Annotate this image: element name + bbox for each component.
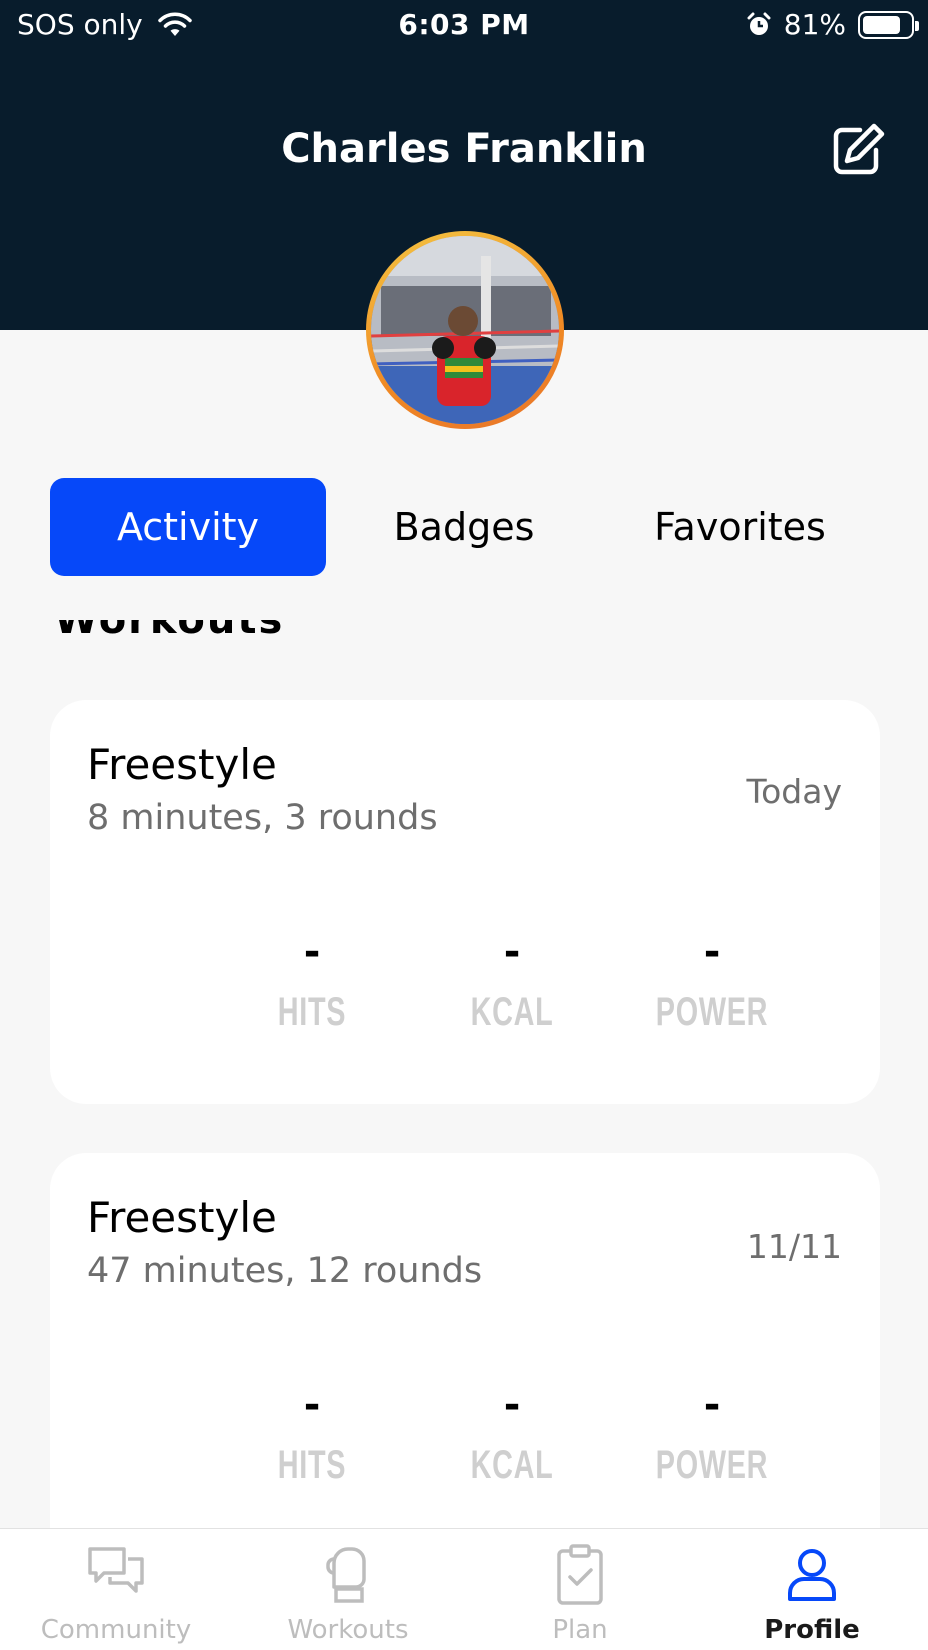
stat-kcal: - KCAL xyxy=(412,1381,612,1488)
battery-percent: 81% xyxy=(783,8,846,41)
clipboard-check-icon xyxy=(557,1544,603,1605)
stat-label: KCAL xyxy=(470,1443,554,1487)
stat-value: - xyxy=(503,1382,521,1428)
profile-tabs: Activity Badges Favorites xyxy=(50,478,878,576)
stat-power: - POWER xyxy=(612,928,812,1035)
battery-icon xyxy=(858,10,919,39)
bottom-nav: Community Workouts Plan Profile xyxy=(0,1528,928,1650)
stat-label: HITS xyxy=(277,990,347,1034)
nav-label: Workouts xyxy=(287,1615,409,1645)
boxing-glove-icon xyxy=(326,1547,366,1603)
edit-icon xyxy=(833,123,885,175)
workout-card[interactable]: Freestyle 8 minutes, 3 rounds Today - HI… xyxy=(50,700,880,1104)
person-icon xyxy=(788,1549,836,1601)
stat-hits: - HITS xyxy=(212,1381,412,1488)
nav-workouts[interactable]: Workouts xyxy=(232,1529,464,1650)
stat-value: - xyxy=(703,1382,721,1428)
avatar-image xyxy=(371,236,559,424)
avatar-photo xyxy=(371,236,559,424)
stat-hits: - HITS xyxy=(212,928,412,1035)
profile-name: Charles Franklin xyxy=(281,126,647,172)
nav-profile[interactable]: Profile xyxy=(696,1529,928,1650)
stat-label: POWER xyxy=(655,1443,769,1487)
stat-value: - xyxy=(303,1382,321,1428)
workout-title: Freestyle xyxy=(87,1193,277,1242)
stat-value: - xyxy=(303,929,321,975)
nav-plan[interactable]: Plan xyxy=(464,1529,696,1650)
alarm-icon xyxy=(747,12,771,35)
chat-bubbles-icon xyxy=(88,1547,144,1593)
workout-date: Today xyxy=(746,772,842,811)
tab-activity[interactable]: Activity xyxy=(50,478,326,576)
stat-kcal: - KCAL xyxy=(412,928,612,1035)
battery-fill xyxy=(863,15,901,34)
workout-summary: 47 minutes, 12 rounds xyxy=(87,1251,483,1291)
nav-community[interactable]: Community xyxy=(0,1529,232,1650)
edit-profile-button[interactable] xyxy=(830,122,890,178)
workout-summary: 8 minutes, 3 rounds xyxy=(87,798,438,838)
workout-title: Freestyle xyxy=(87,740,277,789)
status-bar: SOS only 6:03 PM 81% xyxy=(0,0,928,50)
stat-label: KCAL xyxy=(470,990,554,1034)
workout-date: 11/11 xyxy=(746,1227,842,1266)
status-right: 81% xyxy=(746,8,919,41)
tab-favorites[interactable]: Favorites xyxy=(602,478,878,576)
avatar[interactable] xyxy=(366,231,564,429)
nav-label: Plan xyxy=(552,1615,608,1645)
stat-label: HITS xyxy=(277,1443,347,1487)
tab-badges[interactable]: Badges xyxy=(326,478,602,576)
nav-label: Community xyxy=(40,1615,192,1645)
stat-label: POWER xyxy=(655,990,769,1034)
stat-value: - xyxy=(703,929,721,975)
workout-card[interactable]: Freestyle 47 minutes, 12 rounds 11/11 - … xyxy=(50,1153,880,1573)
nav-label: Profile xyxy=(764,1615,860,1645)
section-title: Workouts xyxy=(54,620,285,643)
stat-power: - POWER xyxy=(612,1381,812,1488)
stat-value: - xyxy=(503,929,521,975)
